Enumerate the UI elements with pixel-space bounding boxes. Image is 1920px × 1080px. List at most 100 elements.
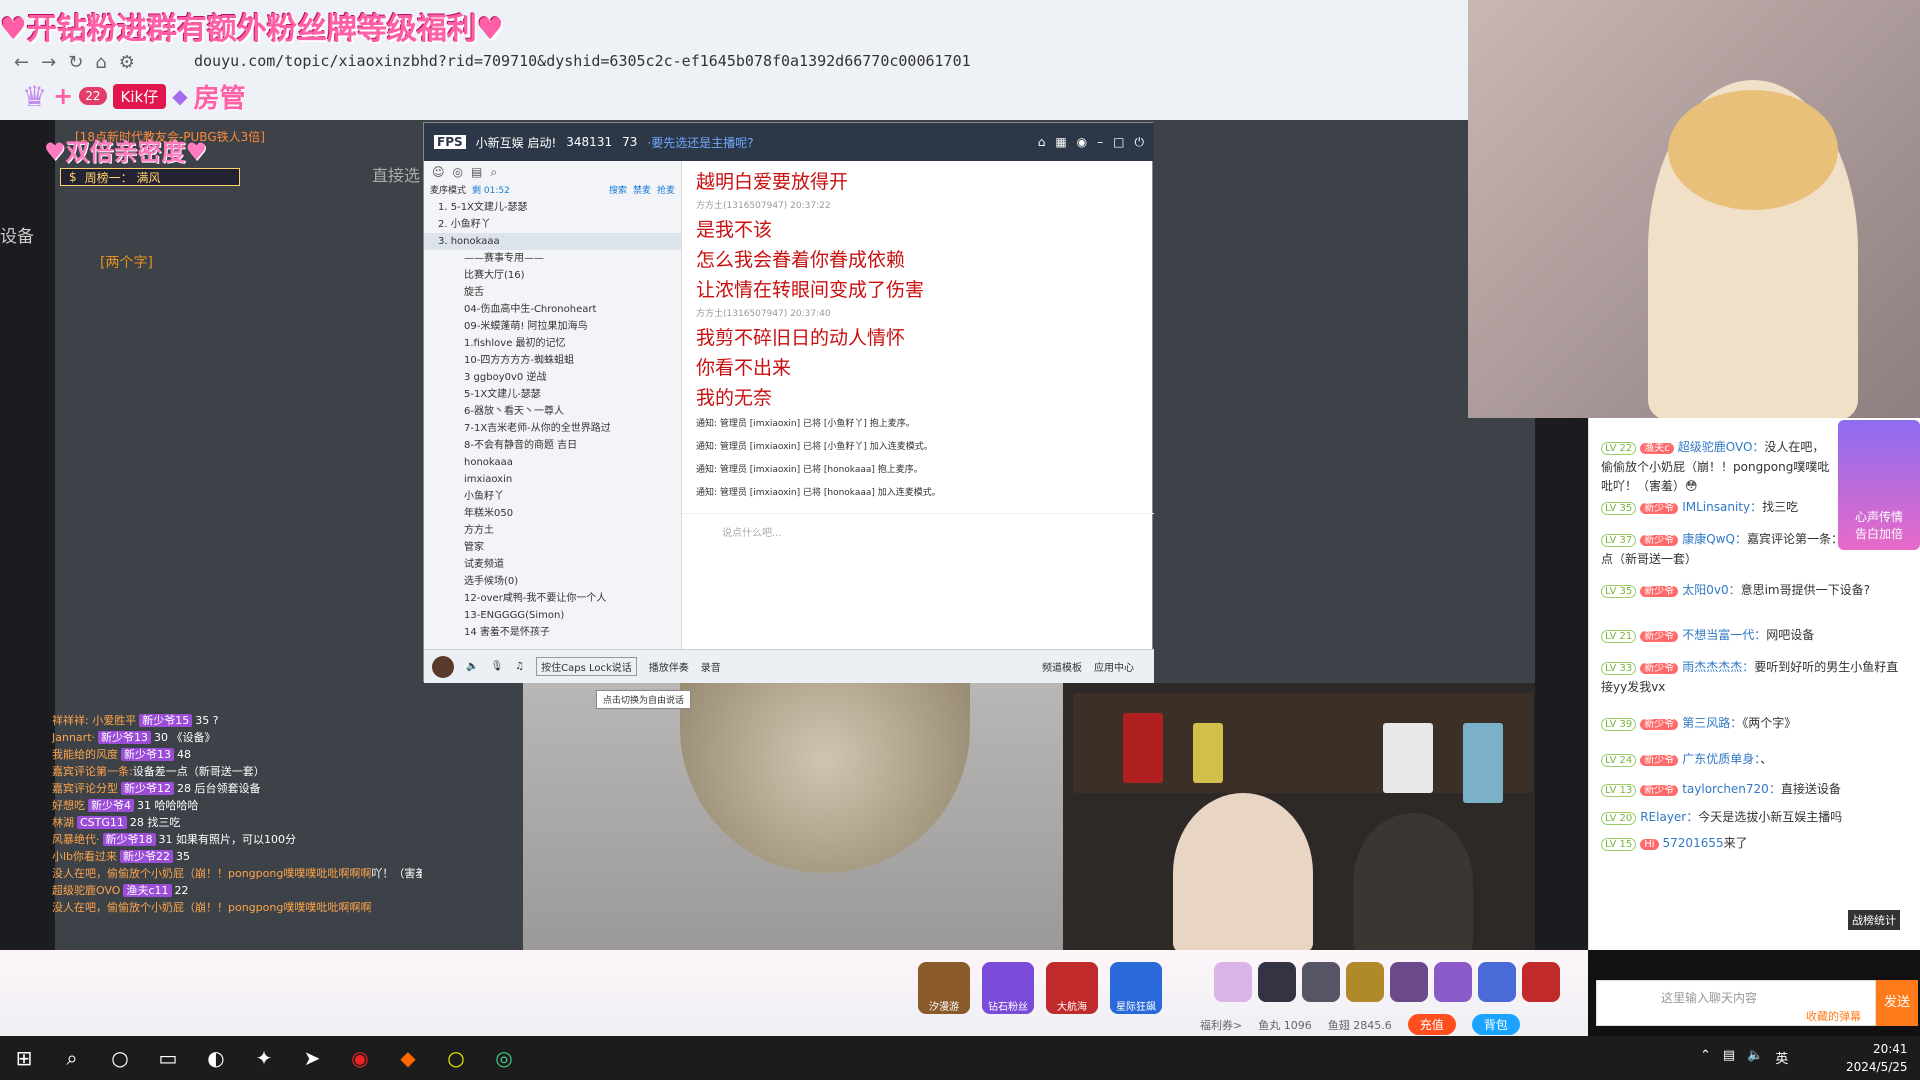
gift-icon[interactable] xyxy=(1390,962,1428,1002)
chat-username[interactable]: IMLinsanity： xyxy=(1682,500,1762,514)
game-icon[interactable]: ✦ xyxy=(240,1036,288,1080)
favorite-danmu-link[interactable]: 收藏的弹幕 xyxy=(1806,1008,1861,1024)
chat-username[interactable]: taylorchen720： xyxy=(1682,782,1781,796)
caps-lock-talk-button[interactable]: 按住Caps Lock说话 xyxy=(536,657,637,676)
equalizer-icon[interactable]: ♫ xyxy=(515,661,524,672)
address-bar[interactable]: douyu.com/topic/xiaoxinzbhd?rid=709710&d… xyxy=(194,52,971,70)
home-icon[interactable]: ⌂ xyxy=(1038,135,1046,149)
chat-username[interactable]: 雨杰杰杰杰： xyxy=(1682,660,1754,674)
queue-item[interactable]: 2. 小鱼籽丫 xyxy=(424,216,681,233)
reload-icon[interactable]: ↻ xyxy=(68,52,83,73)
charge-button[interactable]: 充值 xyxy=(1407,1014,1456,1035)
channel-item[interactable]: 1.fishlove 最初的记忆 xyxy=(424,335,681,352)
channel-item[interactable]: 6-器放丶看天丶一尊人 xyxy=(424,403,681,420)
back-icon[interactable]: ← xyxy=(14,52,29,73)
channel-item[interactable]: 12-over咸鸭-我不要让你一个人 xyxy=(424,590,681,607)
gift-item[interactable]: 汐漫游 xyxy=(918,962,970,1014)
cortana-icon[interactable]: ○ xyxy=(96,1036,144,1080)
user-icon[interactable]: ☺ xyxy=(432,165,445,179)
channel-item[interactable]: 3 ggboy0v0 逆战 xyxy=(424,369,681,386)
search-icon[interactable]: ⌕ xyxy=(48,1036,96,1080)
channel-item[interactable]: 7-1X吉米老师-从你的全世界路过 xyxy=(424,420,681,437)
gift-item[interactable]: 星际狂飙 xyxy=(1110,962,1162,1014)
gift-icon[interactable] xyxy=(1258,962,1296,1002)
gift-icon[interactable] xyxy=(1302,962,1340,1002)
channel-item[interactable]: 8-不会有静音的商题 吉日 xyxy=(424,437,681,454)
doc-icon[interactable]: ▤ xyxy=(471,165,482,179)
maximize-icon[interactable]: □ xyxy=(1113,135,1124,149)
forward-icon[interactable]: → xyxy=(41,52,56,73)
queue-item[interactable]: 1. 5-1X文建儿-瑟瑟 xyxy=(424,199,681,216)
queue-item[interactable]: 3. honokaaa xyxy=(424,233,681,250)
chat-username[interactable]: 不想当富一代： xyxy=(1682,628,1766,642)
chrome-icon[interactable]: ◎ xyxy=(480,1036,528,1080)
accompany-button[interactable]: 播放伴奏 xyxy=(649,659,689,674)
channel-item[interactable]: 选手候场(0) xyxy=(424,573,681,590)
chat-username[interactable]: 第三风路： xyxy=(1682,716,1742,730)
gift-item[interactable]: 大航海 xyxy=(1046,962,1098,1014)
gift-icon[interactable] xyxy=(1214,962,1252,1002)
channel-item[interactable]: 年糕米050 xyxy=(424,505,681,522)
channel-item[interactable]: 13-ENGGGG(Simon) xyxy=(424,607,681,624)
site-info-icon[interactable]: ⚙ xyxy=(119,52,135,73)
windows-start-icon[interactable]: ⊞ xyxy=(0,1036,48,1080)
channel-item[interactable]: imxiaoxin xyxy=(424,471,681,488)
speaker-icon[interactable]: 🔈 xyxy=(466,661,478,672)
mode-label[interactable]: 麦序模式 xyxy=(430,183,466,199)
volume-icon[interactable]: 🔈 xyxy=(1747,1048,1763,1067)
mic-icon[interactable]: 🎙 xyxy=(490,661,503,672)
channel-item[interactable]: 旋舌 xyxy=(424,284,681,301)
task-view-icon[interactable]: ▭ xyxy=(144,1036,192,1080)
rank-stat-badge[interactable]: 战榜统计 xyxy=(1848,910,1900,930)
steam-icon[interactable]: ◐ xyxy=(192,1036,240,1080)
location-icon[interactable]: ◎ xyxy=(453,165,463,179)
minimize-icon[interactable]: – xyxy=(1097,135,1103,149)
side-tab[interactable]: 抢麦 xyxy=(657,183,675,199)
record-button[interactable]: 录音 xyxy=(701,659,721,674)
side-tab[interactable]: 搜索 xyxy=(609,183,627,199)
side-tab[interactable]: 禁麦 xyxy=(633,183,651,199)
channel-item[interactable]: 5-1X文建儿-瑟瑟 xyxy=(424,386,681,403)
channel-item[interactable]: 10-四方方方方-蜘蛛蛆蛆 xyxy=(424,352,681,369)
chevron-up-icon[interactable]: ⌃ xyxy=(1700,1048,1711,1067)
chat-username[interactable]: 超级驼鹿OVO： xyxy=(1678,440,1765,454)
douyu-icon[interactable]: ◆ xyxy=(384,1036,432,1080)
system-clock[interactable]: 20:41 2024/5/25 xyxy=(1846,1040,1908,1076)
search-icon[interactable]: ⌕ xyxy=(490,165,497,180)
template-button[interactable]: 频道模板 xyxy=(1042,659,1082,674)
channel-item[interactable]: 方方土 xyxy=(424,522,681,539)
chat-username[interactable]: RElayer： xyxy=(1640,810,1698,824)
channel-item[interactable]: 09-米蟆蓬萌! 阿拉果加海鸟 xyxy=(424,318,681,335)
gift-icon[interactable] xyxy=(1434,962,1472,1002)
netease-music-icon[interactable]: ◉ xyxy=(336,1036,384,1080)
home-icon[interactable]: ⌂ xyxy=(95,52,106,73)
chat-username[interactable]: 57201655 xyxy=(1663,836,1724,850)
gift-icon[interactable] xyxy=(1522,962,1560,1002)
grid-icon[interactable]: ▦ xyxy=(1055,135,1066,149)
channel-item[interactable]: 14 害羞不是怀孩子 xyxy=(424,624,681,641)
ring-icon[interactable]: ○ xyxy=(432,1036,480,1080)
bag-button[interactable]: 背包 xyxy=(1471,1014,1520,1035)
app-icon[interactable]: ➤ xyxy=(288,1036,336,1080)
gamepad-icon[interactable]: ◉ xyxy=(1077,135,1087,149)
chat-username[interactable]: 太阳0v0： xyxy=(1682,583,1740,597)
avatar[interactable] xyxy=(432,655,454,678)
chat-input[interactable]: 说点什么吧... xyxy=(682,513,1154,553)
send-button[interactable]: 发送 xyxy=(1876,980,1918,1026)
network-icon[interactable]: ▤ xyxy=(1723,1048,1735,1067)
gift-icon[interactable] xyxy=(1346,962,1384,1002)
channel-item[interactable]: 04-伤血高中生-Chronoheart xyxy=(424,301,681,318)
gift-icon[interactable] xyxy=(1478,962,1516,1002)
fuli-link[interactable]: 福利券> xyxy=(1200,1017,1242,1033)
channel-item[interactable]: 小鱼籽丫 xyxy=(424,488,681,505)
gift-item[interactable]: 钻石粉丝 xyxy=(982,962,1034,1014)
ime-indicator[interactable]: 英 xyxy=(1775,1048,1788,1067)
channel-item[interactable]: honokaaa xyxy=(424,454,681,471)
channel-item[interactable]: 试麦频道 xyxy=(424,556,681,573)
heart-event-badge[interactable]: 心声传情 告白加倍 xyxy=(1838,420,1920,550)
channel-item[interactable]: 管家 xyxy=(424,539,681,556)
chat-username[interactable]: 康康QwQ： xyxy=(1682,532,1747,546)
power-icon[interactable]: ⏻ xyxy=(1135,135,1145,150)
channel-item[interactable]: 比赛大厅(16) xyxy=(424,267,681,284)
channel-item[interactable]: ——赛事专用—— xyxy=(424,250,681,267)
